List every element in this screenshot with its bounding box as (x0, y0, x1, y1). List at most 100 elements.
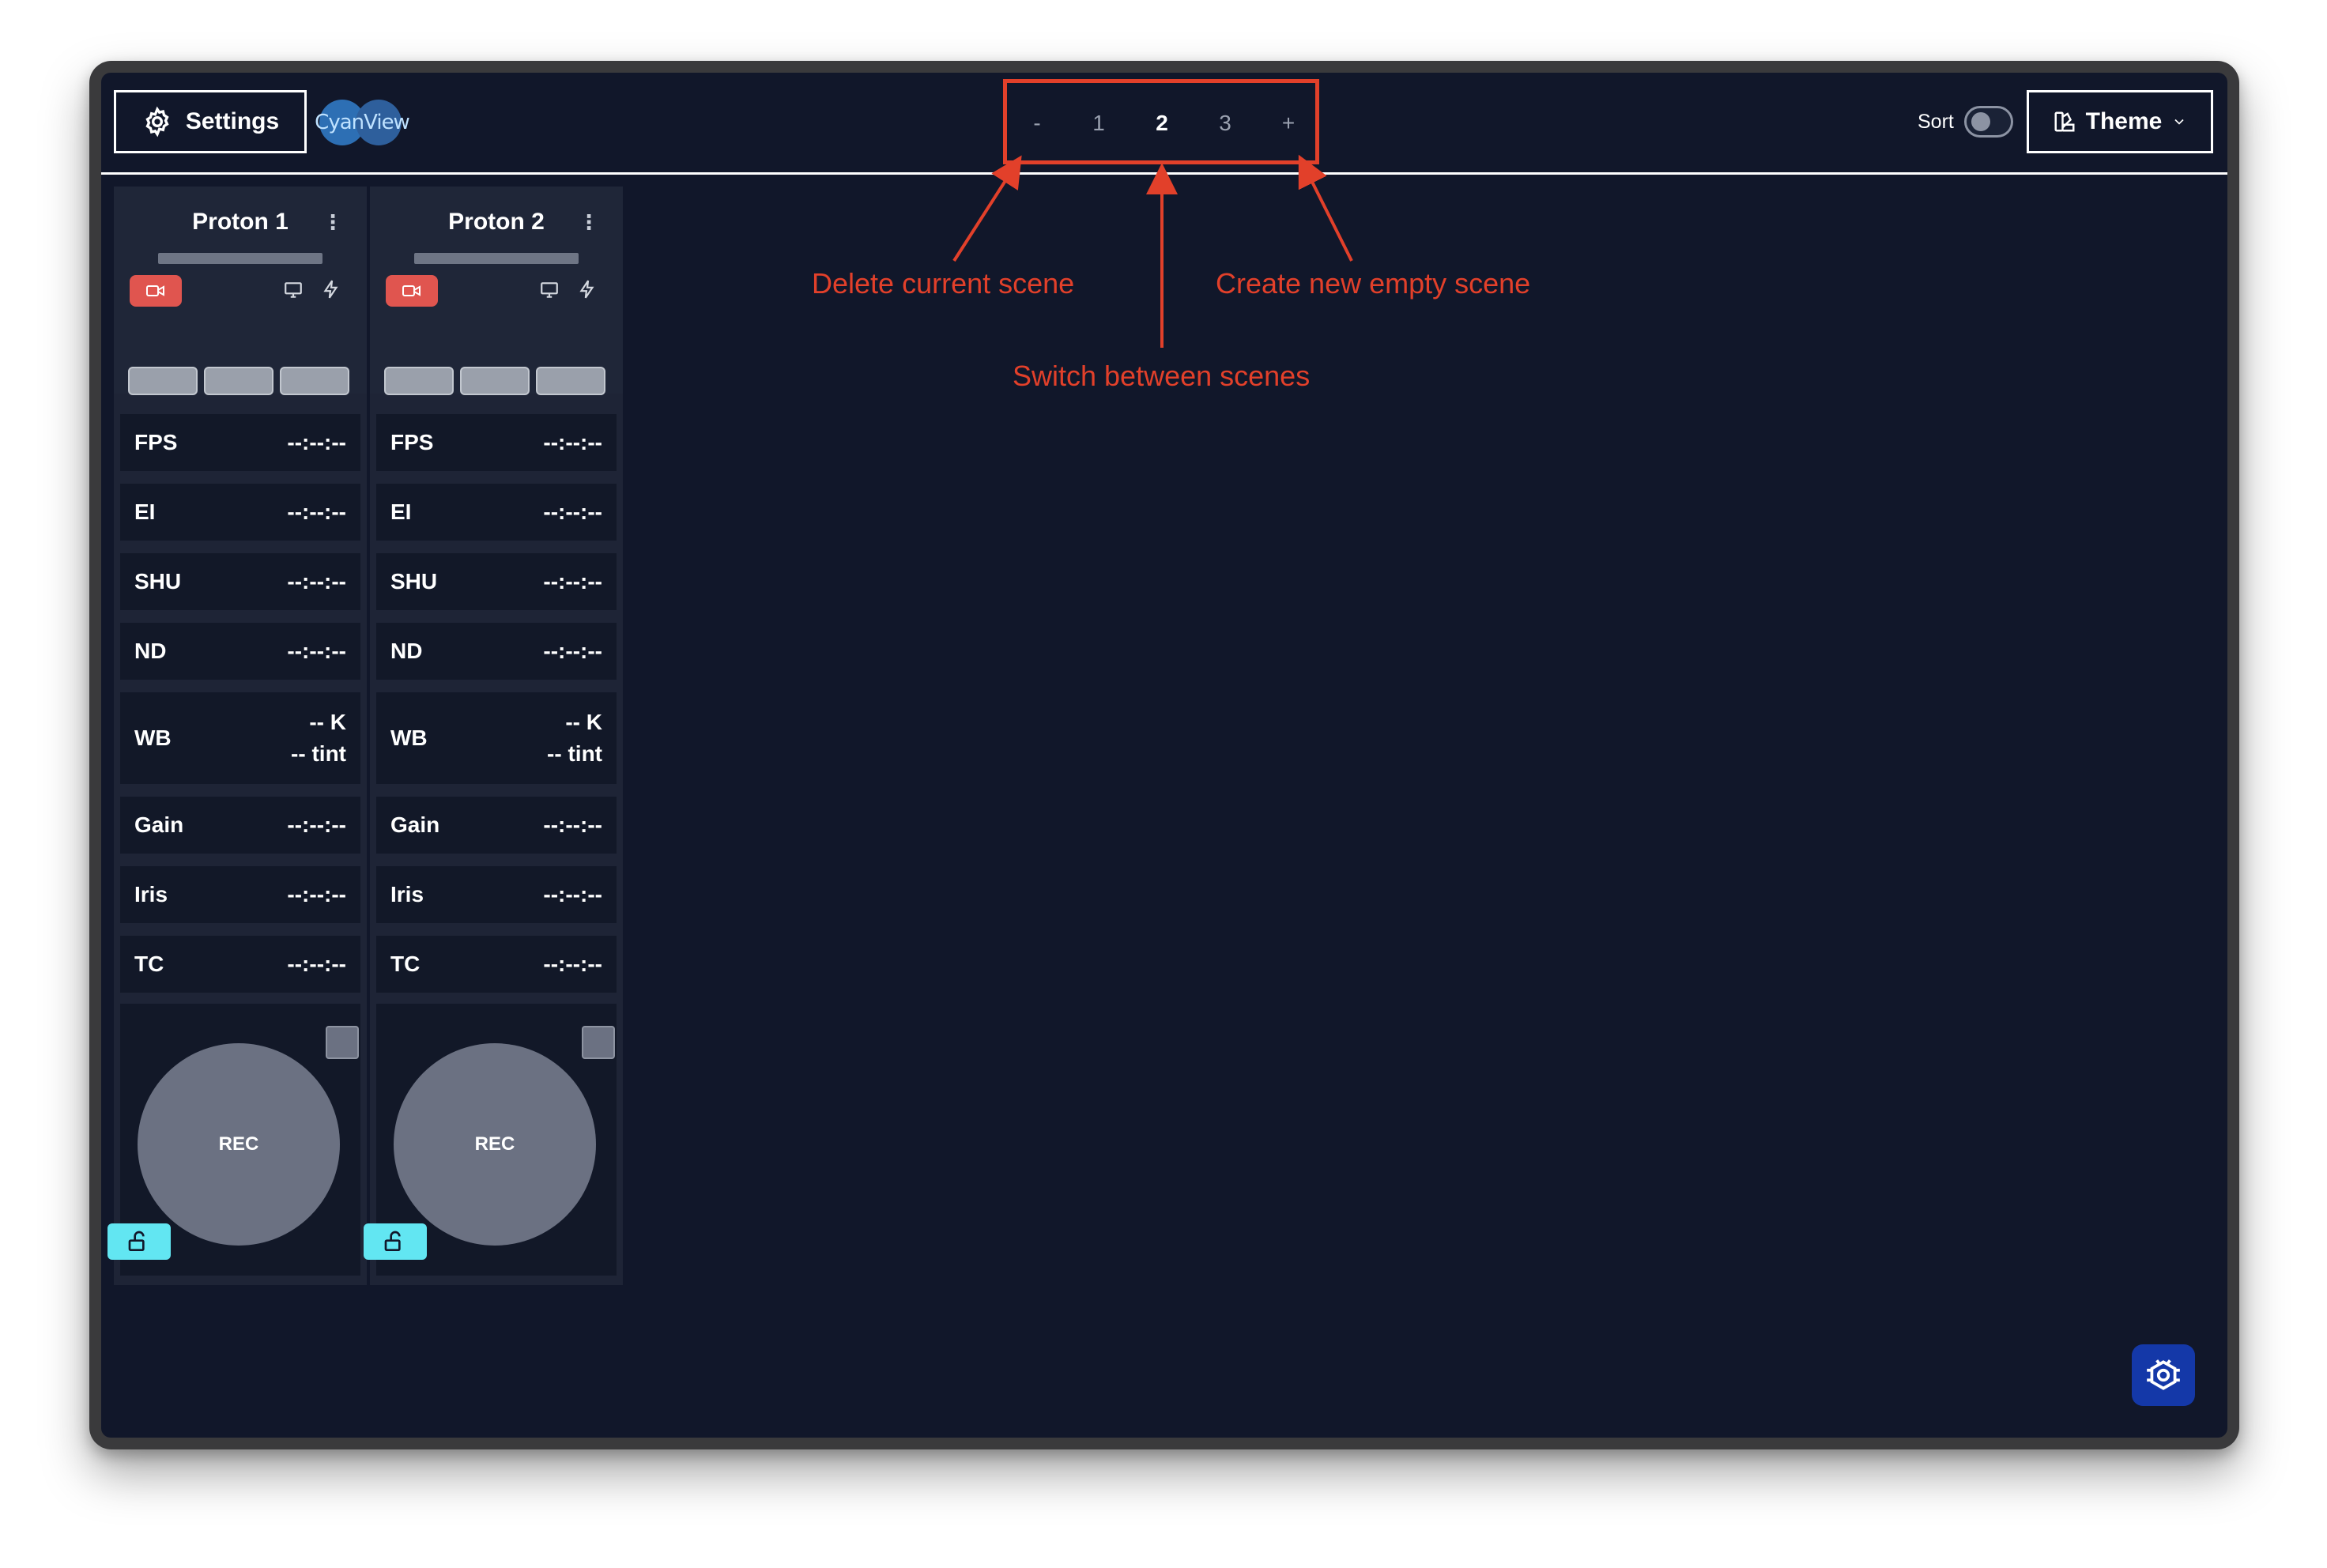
param-row-fps[interactable]: FPS --:--:-- (120, 414, 360, 471)
param-label: EI (390, 499, 412, 524)
annotation-create: Create new empty scene (1216, 267, 1531, 300)
bug-icon (2147, 1359, 2180, 1390)
param-row-ei[interactable]: EI --:--:-- (376, 484, 617, 541)
param-row-gain[interactable]: Gain --:--:-- (120, 797, 360, 854)
wb-tint: -- tint (547, 741, 602, 766)
param-label: Iris (390, 882, 424, 906)
scene-tab-2[interactable]: 2 (1146, 107, 1178, 139)
debug-button[interactable] (2132, 1344, 2195, 1406)
delete-scene-button[interactable]: - (1021, 107, 1053, 139)
preset-buttons (128, 367, 349, 395)
param-label: TC (390, 952, 421, 976)
monitor-icon[interactable] (283, 280, 304, 300)
param-label: WB (390, 726, 428, 750)
param-row-tc[interactable]: TC --:--:-- (120, 936, 360, 993)
param-row-fps[interactable]: FPS --:--:-- (376, 414, 617, 471)
param-value: --:--:-- (287, 812, 346, 837)
param-label: EI (134, 499, 156, 524)
param-row-iris[interactable]: Iris --:--:-- (120, 866, 360, 923)
param-value: --:--:-- (543, 812, 602, 837)
param-label: WB (134, 726, 172, 750)
sort-label: Sort (1918, 111, 1954, 133)
param-row-wb[interactable]: WB -- K -- tint (120, 692, 360, 784)
palette-icon (2054, 111, 2075, 132)
toggle-knob (1971, 112, 1990, 131)
unlock-icon (384, 1231, 401, 1251)
gear-icon (145, 106, 169, 138)
video-camera-icon (130, 275, 182, 307)
settings-button[interactable]: Settings (114, 90, 307, 153)
level-bar (158, 253, 322, 264)
param-value: --:--:-- (287, 499, 346, 524)
tally-square[interactable] (326, 1026, 359, 1059)
kebab-menu-icon[interactable]: ⋮ (579, 210, 599, 235)
param-value: --:--:-- (543, 639, 602, 663)
bolt-icon[interactable] (577, 278, 598, 300)
annotation-switch: Switch between scenes (1013, 360, 1311, 392)
preset-button-1[interactable] (128, 367, 198, 395)
wb-kelvin: -- K (565, 710, 602, 734)
param-value: --:--:-- (543, 430, 602, 454)
camera-panel-proton-2: Proton 2 ⋮ FPS --:--:-- EI --:--:-- SHU … (370, 187, 623, 1285)
param-value: --:--:-- (543, 499, 602, 524)
param-label: Iris (134, 882, 168, 906)
tally-square[interactable] (582, 1026, 615, 1059)
param-value: -- K -- tint (291, 707, 346, 770)
camera-panel-proton-1: Proton 1 ⋮ FPS --:--:-- EI --:--:-- SHU … (114, 187, 367, 1285)
preset-button-1[interactable] (384, 367, 454, 395)
logo-text: CyanView (315, 111, 410, 134)
param-label: ND (390, 639, 423, 663)
param-row-nd[interactable]: ND --:--:-- (120, 623, 360, 680)
camera-header: Proton 2 ⋮ (370, 187, 623, 395)
param-value: --:--:-- (287, 882, 346, 906)
scene-tab-1[interactable]: 1 (1083, 107, 1114, 139)
param-row-tc[interactable]: TC --:--:-- (376, 936, 617, 993)
param-label: SHU (390, 569, 438, 594)
settings-label: Settings (185, 108, 280, 134)
monitor-icon[interactable] (539, 280, 560, 300)
scene-tab-3[interactable]: 3 (1209, 107, 1241, 139)
cyanview-logo: CyanView (315, 98, 410, 147)
chevron-down-icon (2174, 119, 2184, 125)
level-bar (414, 253, 579, 264)
bolt-icon[interactable] (321, 278, 341, 300)
param-row-gain[interactable]: Gain --:--:-- (376, 797, 617, 854)
sort-toggle[interactable] (1964, 106, 2013, 138)
preset-buttons (384, 367, 605, 395)
preset-button-3[interactable] (536, 367, 605, 395)
param-label: TC (134, 952, 164, 976)
param-label: Gain (390, 812, 440, 837)
preset-button-3[interactable] (280, 367, 349, 395)
param-value: -- K -- tint (547, 707, 602, 770)
video-camera-icon (386, 275, 438, 307)
param-label: ND (134, 639, 167, 663)
lock-button[interactable] (107, 1223, 171, 1260)
annotation-delete: Delete current scene (812, 267, 1075, 300)
unlock-icon (128, 1231, 145, 1251)
add-scene-button[interactable]: + (1273, 107, 1304, 139)
param-row-nd[interactable]: ND --:--:-- (376, 623, 617, 680)
kebab-menu-icon[interactable]: ⋮ (322, 210, 343, 235)
param-row-shu[interactable]: SHU --:--:-- (376, 553, 617, 610)
lock-button[interactable] (364, 1223, 427, 1260)
param-row-iris[interactable]: Iris --:--:-- (376, 866, 617, 923)
param-label: FPS (134, 430, 178, 454)
param-value: --:--:-- (287, 639, 346, 663)
wb-tint: -- tint (291, 741, 346, 766)
param-value: --:--:-- (543, 569, 602, 594)
theme-button[interactable]: Theme (2027, 90, 2213, 153)
record-button[interactable]: REC (138, 1043, 340, 1246)
wb-kelvin: -- K (309, 710, 346, 734)
param-label: FPS (390, 430, 434, 454)
param-row-shu[interactable]: SHU --:--:-- (120, 553, 360, 610)
param-value: --:--:-- (287, 569, 346, 594)
theme-label: Theme (2085, 108, 2163, 134)
param-label: Gain (134, 812, 184, 837)
preset-button-2[interactable] (204, 367, 273, 395)
record-button[interactable]: REC (394, 1043, 596, 1246)
param-row-wb[interactable]: WB -- K -- tint (376, 692, 617, 784)
param-value: --:--:-- (543, 882, 602, 906)
preset-button-2[interactable] (460, 367, 530, 395)
param-row-ei[interactable]: EI --:--:-- (120, 484, 360, 541)
camera-header: Proton 1 ⋮ (114, 187, 367, 395)
